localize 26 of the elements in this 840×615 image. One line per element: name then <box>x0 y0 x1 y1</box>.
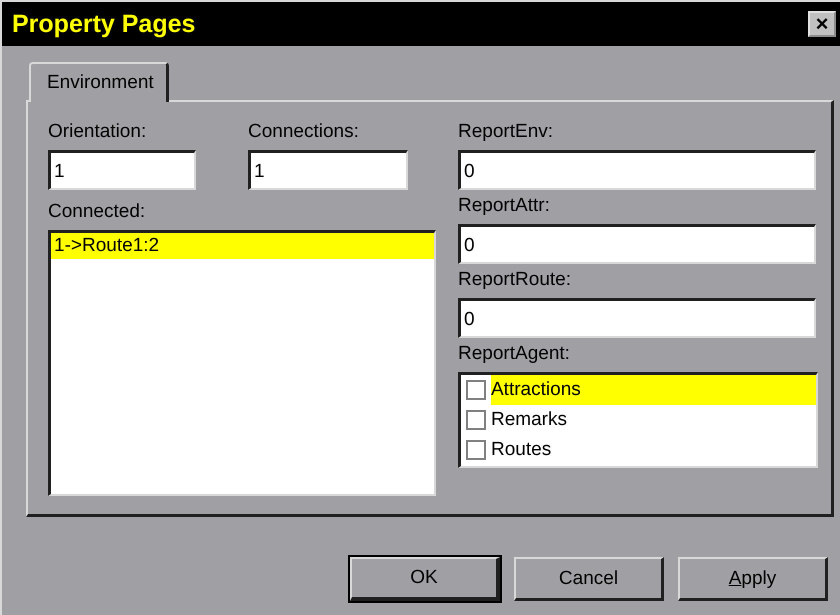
checkbox-label[interactable]: Attractions <box>491 375 816 405</box>
field-label: ReportRoute: <box>458 268 572 292</box>
field-label: Connections: <box>248 120 360 144</box>
dialog-button[interactable]: Apply <box>678 557 828 601</box>
checkbox[interactable] <box>466 440 486 460</box>
input-field[interactable]: 0 <box>458 224 816 264</box>
tab[interactable]: Environment <box>29 62 169 102</box>
checkbox[interactable] <box>466 380 486 400</box>
checkbox-label[interactable]: Remarks <box>491 405 816 435</box>
connected-list[interactable]: 1->Route1:2 <box>48 230 436 496</box>
list-label: Connected: <box>48 200 146 224</box>
list-item[interactable]: 1->Route1:2 <box>51 233 434 259</box>
dialog-button[interactable]: Cancel <box>514 557 664 601</box>
input-field[interactable]: 1 <box>48 150 196 190</box>
input-field[interactable]: 0 <box>458 150 816 190</box>
checkbox[interactable] <box>466 410 486 430</box>
checkbox-label[interactable]: Routes <box>491 435 816 465</box>
input-field[interactable]: 1 <box>248 150 408 190</box>
dialog-button[interactable]: OK <box>350 557 500 601</box>
close-button[interactable]: × <box>808 11 836 37</box>
field-label: Orientation: <box>48 120 148 144</box>
field-label: ReportAttr: <box>458 194 551 218</box>
input-field[interactable]: 0 <box>458 298 816 338</box>
field-label: ReportEnv: <box>458 120 554 144</box>
list-label: ReportAgent: <box>458 342 571 366</box>
window-title: Property Pages <box>12 10 196 38</box>
